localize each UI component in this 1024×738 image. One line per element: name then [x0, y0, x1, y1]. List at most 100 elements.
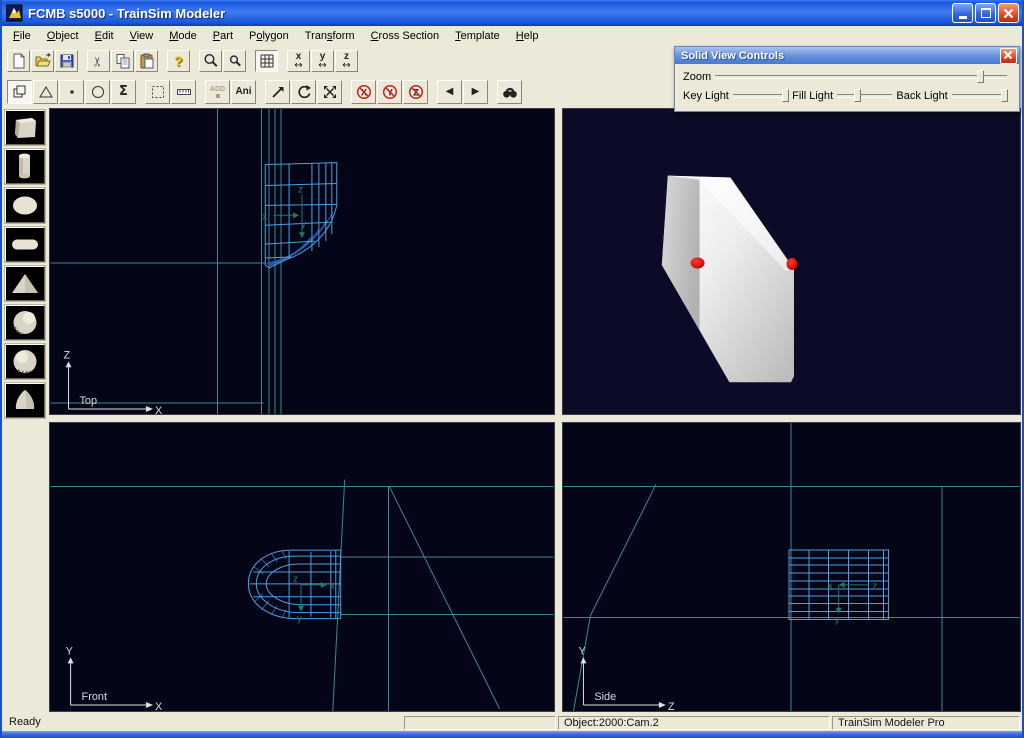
key-light-slider-thumb[interactable]	[782, 89, 789, 102]
solid-view-controls-panel: Solid View Controls Zoom Key Light Fill …	[674, 46, 1020, 112]
x-axis-button[interactable]: x↔	[287, 50, 310, 72]
solid-viewport-canvas[interactable]	[563, 109, 1020, 414]
solid-viewport[interactable]	[562, 108, 1021, 415]
top-viewport[interactable]: z x y Z Top X	[49, 108, 555, 415]
svg-text:y: y	[297, 614, 302, 625]
side-viewport[interactable]: x z y Y Side Z	[562, 422, 1021, 712]
ani-button[interactable]: Ani	[231, 80, 256, 104]
prev-icon: ◀	[446, 86, 454, 97]
zoom-slider[interactable]	[715, 75, 1007, 79]
move-tool-button[interactable]	[265, 80, 290, 104]
shape-palette	[2, 107, 48, 714]
svg-text:z: z	[293, 574, 298, 585]
box-icon	[6, 111, 44, 144]
triangle-mode-button[interactable]	[33, 80, 58, 104]
viewport-grid: z x y Z Top X	[48, 107, 1022, 714]
status-product: TrainSim Modeler Pro	[832, 716, 1020, 730]
shaded-sphere2-tool-button[interactable]	[5, 344, 45, 379]
menu-polygon[interactable]: Polygon	[241, 27, 297, 46]
save-floppy-icon	[59, 53, 75, 69]
lock-z-button[interactable]: Z	[403, 80, 428, 104]
cut-button[interactable]: ✂	[87, 50, 110, 72]
window-title: FCMB s5000 - TrainSim Modeler	[28, 6, 950, 21]
capsule-tool-button[interactable]	[5, 227, 45, 262]
menu-part[interactable]: Part	[205, 27, 241, 46]
z-axis-button[interactable]: z↔	[335, 50, 358, 72]
shaded-sphere-tool-button[interactable]	[5, 305, 45, 340]
scissors-icon: ✂	[91, 56, 106, 67]
close-button[interactable]	[998, 3, 1019, 23]
status-object: Object:2000:Cam.2	[558, 716, 830, 730]
svg-text:x: x	[828, 581, 833, 592]
ruler-button[interactable]	[171, 80, 196, 104]
cone-tool-button[interactable]	[5, 266, 45, 301]
fill-light-slider-thumb[interactable]	[854, 89, 861, 102]
menu-transform[interactable]: Transform	[297, 27, 363, 46]
menu-view[interactable]: View	[122, 27, 162, 46]
menu-file[interactable]: File	[5, 27, 39, 46]
save-button[interactable]	[55, 50, 78, 72]
restore-button[interactable]	[975, 3, 996, 23]
menu-bar: FileObjectEditViewModePartPolygonTransfo…	[2, 26, 1022, 46]
back-light-slider-thumb[interactable]	[1001, 89, 1008, 102]
menu-template[interactable]: Template	[447, 27, 508, 46]
dome-tool-button[interactable]	[5, 383, 45, 418]
no-y-icon: Y	[382, 84, 398, 100]
zoom-in-button[interactable]	[199, 50, 222, 72]
y-axis-button[interactable]: y↔	[311, 50, 334, 72]
panel-close-button[interactable]	[1000, 48, 1017, 64]
copy-button[interactable]	[111, 50, 134, 72]
top-vaxis-label: Z	[64, 349, 71, 361]
menu-object[interactable]: Object	[39, 27, 87, 46]
quad-mode-button[interactable]	[7, 80, 32, 104]
close-icon	[1003, 8, 1014, 19]
paste-button[interactable]	[135, 50, 158, 72]
lock-x-button[interactable]: X	[351, 80, 376, 104]
help-button[interactable]: ?	[167, 50, 190, 72]
solid-view-controls-titlebar[interactable]: Solid View Controls	[675, 47, 1019, 64]
front-viewport[interactable]: z x y Y Front X	[49, 422, 555, 712]
key-light-slider[interactable]	[733, 94, 788, 98]
sphere-tool-button[interactable]	[5, 188, 45, 223]
box-tool-button[interactable]	[5, 110, 45, 145]
fill-light-slider[interactable]	[837, 94, 892, 98]
circle-mode-button[interactable]	[85, 80, 110, 104]
new-button[interactable]	[7, 50, 30, 72]
marquee-select-button[interactable]	[145, 80, 170, 104]
grid-toggle-button[interactable]	[255, 50, 278, 72]
next-button[interactable]: ▶	[463, 80, 488, 104]
magnifier-small-icon	[227, 53, 243, 69]
rotate-tool-button[interactable]	[291, 80, 316, 104]
add-button: ADD	[205, 80, 230, 104]
scale-icon	[322, 84, 338, 100]
menu-edit[interactable]: Edit	[87, 27, 122, 46]
top-viewport-canvas[interactable]: z x y Z Top X	[50, 109, 554, 414]
zoom-out-button[interactable]	[223, 50, 246, 72]
back-light-slider-label: Back Light	[896, 90, 947, 102]
title-bar[interactable]: FCMB s5000 - TrainSim Modeler	[2, 0, 1022, 26]
spline-mode-button[interactable]: Σ	[111, 80, 136, 104]
zoom-slider-thumb[interactable]	[977, 70, 984, 83]
find-button[interactable]	[497, 80, 522, 104]
minimize-button[interactable]	[952, 3, 973, 23]
prev-button[interactable]: ◀	[437, 80, 462, 104]
rotate-icon	[296, 84, 312, 100]
key-light-slider-label: Key Light	[683, 90, 729, 102]
status-ready: Ready	[4, 716, 402, 730]
point-mode-button[interactable]	[59, 80, 84, 104]
lock-y-button[interactable]: Y	[377, 80, 402, 104]
toolbar-separator	[79, 46, 87, 76]
scale-tool-button[interactable]	[317, 80, 342, 104]
menu-mode[interactable]: Mode	[161, 27, 205, 46]
close-icon	[1003, 50, 1013, 60]
menu-help[interactable]: Help	[508, 27, 547, 46]
menu-cross-section[interactable]: Cross Section	[363, 27, 448, 46]
flat-sphere-icon	[6, 189, 44, 222]
cylinder-tool-button[interactable]	[5, 149, 45, 184]
new-document-icon	[11, 53, 27, 69]
open-button[interactable]	[31, 50, 54, 72]
zoom-slider-label: Zoom	[683, 71, 711, 83]
front-viewport-canvas[interactable]: z x y Y Front X	[50, 423, 554, 711]
side-viewport-canvas[interactable]: x z y Y Side Z	[563, 423, 1020, 711]
back-light-slider[interactable]	[952, 94, 1007, 98]
